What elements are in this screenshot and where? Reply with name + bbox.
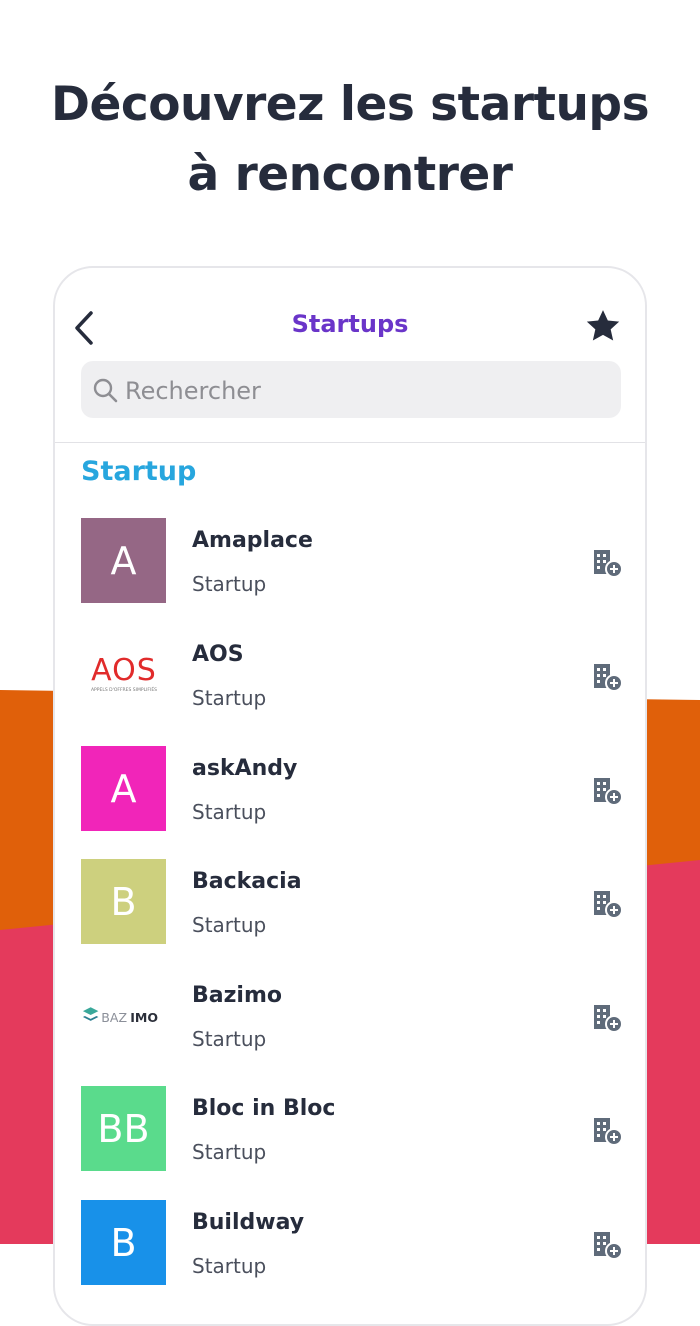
- building-add-icon: [594, 550, 623, 578]
- headline-line-1: Découvrez les startups: [50, 77, 650, 132]
- phone-frame: Startups Startup A Amaplace Startup: [53, 266, 647, 1326]
- building-add-icon: [594, 778, 623, 806]
- building-add-icon: [594, 1232, 623, 1260]
- list-item-backacia[interactable]: B Backacia Startup: [55, 859, 645, 973]
- avatar: B: [81, 1200, 166, 1285]
- startup-name: Buildway: [192, 1210, 305, 1235]
- startup-type: Startup: [192, 572, 267, 596]
- startup-name: Bloc in Bloc: [192, 1096, 336, 1121]
- list-item-amaplace[interactable]: A Amaplace Startup: [55, 518, 645, 632]
- add-meeting-button[interactable]: [591, 1114, 625, 1148]
- search-input[interactable]: [123, 361, 607, 420]
- avatar: BB: [81, 1086, 166, 1171]
- headline-line-2: à rencontrer: [187, 147, 513, 202]
- list-item-bazimo[interactable]: BAZ IMO Bazimo Startup: [55, 973, 645, 1087]
- building-add-icon: [594, 664, 623, 692]
- startup-type: Startup: [192, 1254, 267, 1278]
- startup-type: Startup: [192, 686, 267, 710]
- search-icon: [93, 378, 118, 403]
- startup-name: Amaplace: [192, 528, 313, 553]
- aos-logo: AOS APPELS D'OFFRES SIMPLIFIÉS: [81, 632, 166, 717]
- avatar: B: [81, 859, 166, 944]
- building-add-icon: [594, 1005, 623, 1033]
- page-title: Startups: [291, 310, 409, 338]
- bazimo-logo: BAZ IMO: [81, 973, 166, 1058]
- list-item-bloc-in-bloc[interactable]: BB Bloc in Bloc Startup: [55, 1086, 645, 1200]
- startup-type: Startup: [192, 800, 267, 824]
- svg-text:BAZ: BAZ: [101, 1009, 127, 1024]
- add-meeting-button[interactable]: [591, 546, 625, 580]
- svg-text:AOS: AOS: [91, 653, 157, 688]
- avatar: A: [81, 518, 166, 603]
- startup-type: Startup: [192, 1140, 267, 1164]
- building-add-icon: [594, 891, 623, 919]
- favorites-button[interactable]: [583, 306, 623, 346]
- startup-name: AOS: [192, 642, 244, 667]
- add-meeting-button[interactable]: [591, 660, 625, 694]
- startup-type: Startup: [192, 1027, 267, 1051]
- add-meeting-button[interactable]: [591, 1001, 625, 1035]
- star-icon: [586, 310, 620, 341]
- headline: Découvrez les startups à rencontrer: [0, 70, 700, 210]
- add-meeting-button[interactable]: [591, 1228, 625, 1262]
- list-item-askandy[interactable]: A askAndy Startup: [55, 746, 645, 860]
- startup-name: Backacia: [192, 869, 302, 894]
- add-meeting-button[interactable]: [591, 887, 625, 921]
- navbar: Startups: [55, 268, 645, 443]
- building-add-icon: [594, 1118, 623, 1146]
- list-item-buildway[interactable]: B Buildway Startup: [55, 1200, 645, 1314]
- startup-name: Bazimo: [192, 983, 282, 1008]
- svg-text:IMO: IMO: [130, 1009, 158, 1024]
- section-header-startup: Startup: [81, 456, 197, 487]
- startup-type: Startup: [192, 913, 267, 937]
- add-meeting-button[interactable]: [591, 774, 625, 808]
- startup-name: askAndy: [192, 756, 298, 781]
- list-item-aos[interactable]: AOS APPELS D'OFFRES SIMPLIFIÉS AOS Start…: [55, 632, 645, 746]
- avatar: A: [81, 746, 166, 831]
- search-bar[interactable]: [81, 361, 621, 420]
